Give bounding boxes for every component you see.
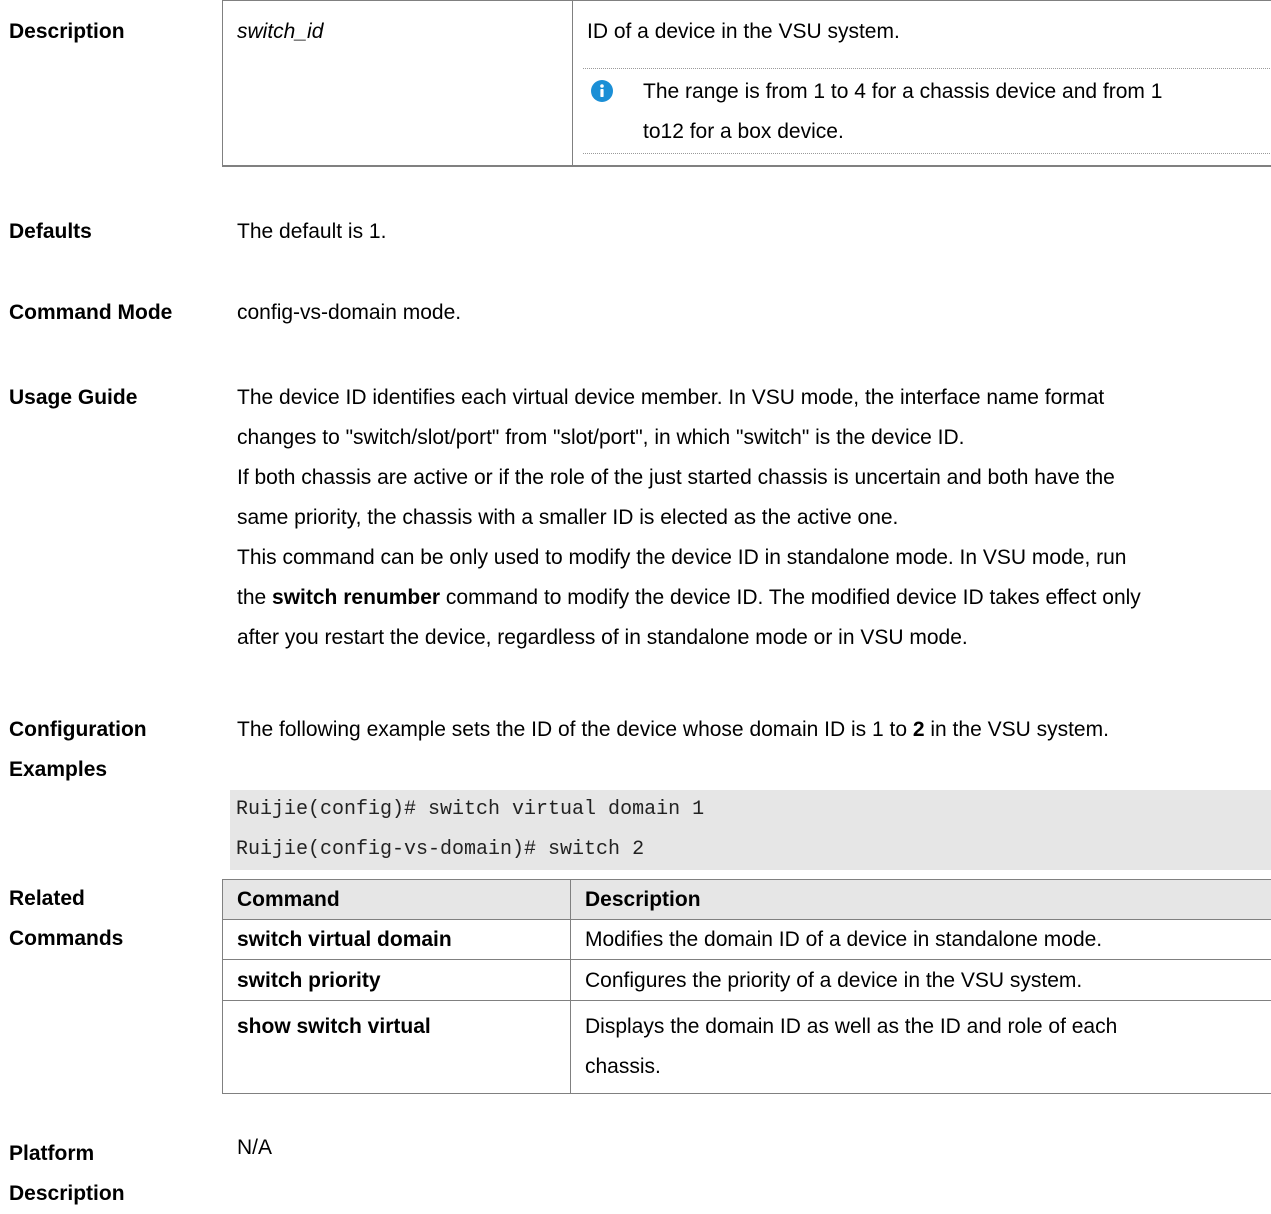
platform-description-text: N/A [237,1136,273,1159]
description-label: Description [9,20,125,43]
table-header-command: Command [237,888,340,911]
table-header-description: Description [585,888,701,911]
table-row-description: Configures the priority of a device in t… [585,969,1083,992]
config-examples-label: Configuration Examples [9,718,147,781]
platform-description-label: Platform Description [9,1142,125,1205]
param-description: ID of a device in the VSU system. [587,20,900,43]
command-keyword: switch renumber [272,586,441,609]
info-icon [591,80,613,102]
config-examples-intro: The following example sets the ID of the… [237,718,1109,741]
command-mode-text: config-vs-domain mode. [237,301,462,324]
description-table: switch_id ID of a device in the VSU syst… [222,0,1271,167]
defaults-label: Defaults [9,220,92,243]
param-name: switch_id [237,20,324,43]
usage-guide-text: The device ID identifies each virtual de… [237,386,1141,649]
table-row-description: Modifies the domain ID of a device in st… [585,928,1103,951]
usage-guide-label: Usage Guide [9,386,138,409]
table-row-command: switch priority [237,969,381,992]
table-row-description: Displays the domain ID as well as the ID… [585,1015,1118,1078]
defaults-text: The default is 1. [237,220,387,243]
code-line: Ruijie(config)# switch virtual domain 1 [236,798,705,821]
table-row-command: switch virtual domain [237,928,452,951]
command-mode-label: Command Mode [9,301,173,324]
related-commands-table: Command Description switch virtual domai… [222,879,1271,1094]
code-block: Ruijie(config)# switch virtual domain 1 … [230,790,1271,870]
code-line: Ruijie(config-vs-domain)# switch 2 [236,838,645,861]
table-row-command: show switch virtual [237,1015,431,1038]
note-text: The range is from 1 to 4 for a chassis d… [643,80,1163,143]
related-commands-label: Related Commands [9,887,124,950]
